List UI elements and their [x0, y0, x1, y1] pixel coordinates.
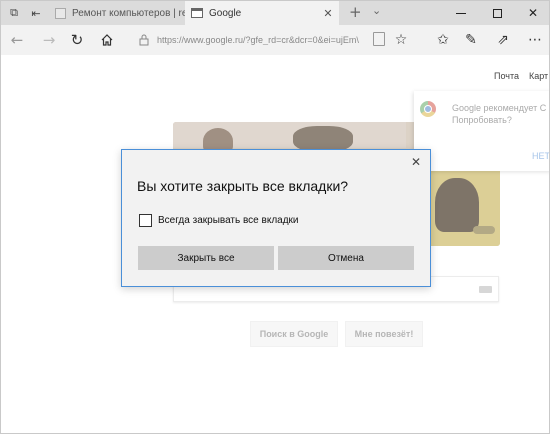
more-icon: ⋯ [528, 32, 542, 48]
dialog-title: Вы хотите закрыть все вкладки? [137, 178, 349, 194]
close-tab-icon[interactable]: ✕ [321, 7, 335, 20]
home-button[interactable] [97, 30, 117, 50]
home-icon [101, 34, 113, 46]
lock-icon [137, 33, 151, 47]
title-bar: ⧉ ⇤ Ремонт компьютеров | rem Google ✕ + … [1, 1, 549, 25]
web-note-button[interactable]: ✎ [461, 30, 481, 50]
tab-remont[interactable]: Ремонт компьютеров | rem [49, 1, 185, 25]
new-tab-button[interactable]: + [349, 3, 362, 21]
close-all-tabs-dialog: ✕ Вы хотите закрыть все вкладки? Всегда … [121, 149, 431, 287]
always-close-option[interactable]: Всегда закрывать все вкладки [139, 213, 299, 227]
more-button[interactable]: ⋯ [525, 30, 545, 50]
promo-text: Google рекомендует C [452, 103, 547, 113]
page-favicon-icon [191, 8, 203, 18]
set-tabs-aside-icon[interactable]: ⇤ [29, 6, 43, 20]
dialog-close-button[interactable]: ✕ [407, 154, 425, 170]
star-icon: ☆ [394, 32, 408, 48]
page-favicon-icon [55, 7, 66, 19]
back-button[interactable]: ← [7, 30, 27, 50]
close-icon: ✕ [527, 6, 539, 20]
maps-link[interactable]: Карт [529, 71, 548, 81]
tab-list-button[interactable]: ⌄ [372, 4, 381, 17]
cancel-button[interactable]: Отмена [278, 246, 414, 270]
browser-window: ⧉ ⇤ Ремонт компьютеров | rem Google ✕ + … [0, 0, 550, 434]
tab-preview-icon[interactable]: ⧉ [7, 6, 21, 20]
always-close-checkbox[interactable] [139, 213, 152, 227]
arrow-left-icon: ← [10, 31, 24, 49]
close-window-button[interactable]: ✕ [515, 1, 549, 25]
favorites-list-icon: ✩ [437, 32, 449, 48]
promo-question: Попробовать? [452, 115, 512, 125]
maximize-icon [492, 8, 502, 18]
doodle-dots [473, 226, 495, 234]
refresh-button[interactable]: ↻ [67, 30, 87, 50]
minimize-button[interactable] [443, 1, 479, 25]
forward-button[interactable]: → [39, 30, 59, 50]
chrome-logo-icon [420, 101, 436, 117]
always-close-label[interactable]: Всегда закрывать все вкладки [158, 215, 299, 226]
address-bar[interactable]: https://www.google.ru/?gfe_rd=cr&dcr=0&e… [131, 28, 386, 52]
arrow-right-icon: → [42, 31, 56, 49]
keyboard-icon[interactable] [479, 286, 492, 293]
close-all-button[interactable]: Закрыть все [138, 246, 274, 270]
pen-icon: ✎ [465, 32, 477, 48]
share-button[interactable]: ⇗ [493, 30, 513, 50]
navigation-bar: ← → ↻ https://www.google.ru/?gfe_rd=cr&d… [1, 25, 549, 55]
doodle-figure [435, 178, 479, 232]
url-text[interactable]: https://www.google.ru/?gfe_rd=cr&dcr=0&e… [157, 35, 361, 45]
promo-no-button[interactable]: НЕТ [532, 151, 549, 161]
google-search-button[interactable]: Поиск в Google [250, 321, 338, 347]
favorites-hub-button[interactable]: ✩ [433, 30, 453, 50]
tab-label: Ремонт компьютеров | rem [72, 7, 185, 19]
feeling-lucky-button[interactable]: Мне повезёт! [345, 321, 423, 347]
chrome-promo-popup: Google рекомендует C Попробовать? НЕТ [414, 91, 549, 171]
reading-view-icon[interactable] [373, 32, 385, 46]
close-icon: ✕ [410, 155, 422, 169]
tab-google[interactable]: Google ✕ [185, 1, 339, 25]
minimize-icon [456, 12, 466, 14]
refresh-icon: ↻ [70, 31, 84, 49]
mail-link[interactable]: Почта [494, 71, 519, 81]
add-favorite-button[interactable]: ☆ [391, 30, 411, 50]
maximize-button[interactable] [479, 1, 515, 25]
tab-label: Google [209, 7, 242, 19]
share-icon: ⇗ [497, 32, 509, 48]
